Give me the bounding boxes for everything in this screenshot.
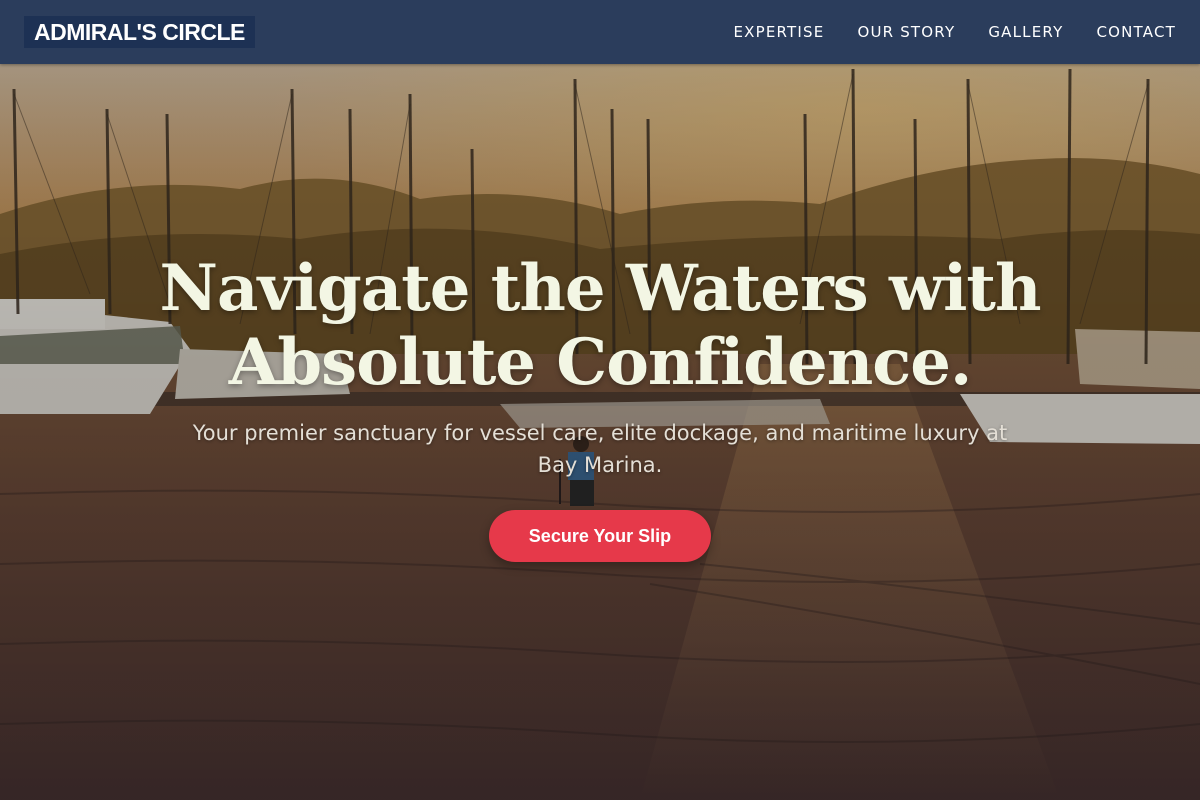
site-logo[interactable]: ADMIRAL'S CIRCLE [24, 16, 255, 48]
nav-links: EXPERTISE OUR STORY GALLERY CONTACT [700, 0, 1176, 64]
top-navbar: ADMIRAL'S CIRCLE EXPERTISE OUR STORY GAL… [0, 0, 1200, 64]
nav-link-gallery[interactable]: GALLERY [988, 23, 1063, 41]
nav-link-contact[interactable]: CONTACT [1096, 23, 1176, 41]
hero-headline: Navigate the Waters with Absolute Confid… [159, 251, 1042, 400]
hero-section: Navigate the Waters with Absolute Confid… [0, 64, 1200, 800]
nav-link-our-story[interactable]: OUR STORY [857, 23, 955, 41]
nav-link-expertise[interactable]: EXPERTISE [733, 23, 824, 41]
secure-slip-button[interactable]: Secure Your Slip [489, 510, 711, 562]
hero-subline: Your premier sanctuary for vessel care, … [192, 421, 1008, 477]
